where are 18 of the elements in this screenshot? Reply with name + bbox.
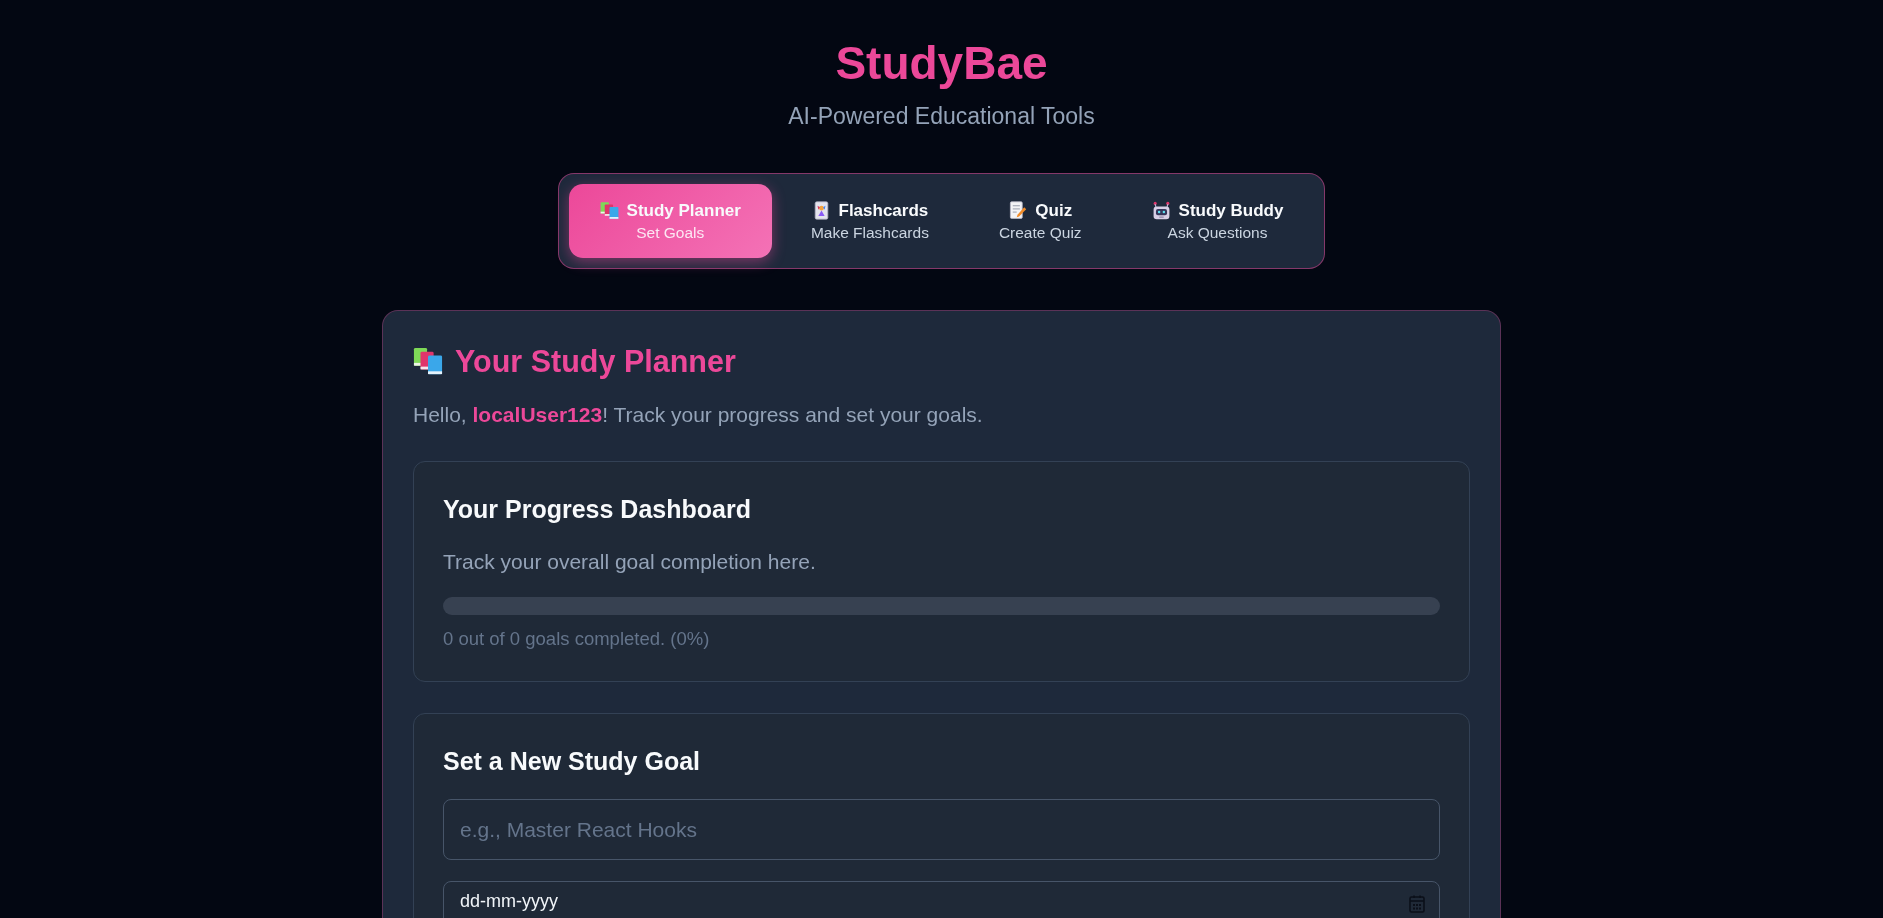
goal-form-title: Set a New Study Goal bbox=[443, 746, 701, 777]
calendar-icon[interactable] bbox=[1409, 895, 1425, 913]
dashboard-title: Your Progress Dashboard bbox=[443, 494, 752, 525]
app-subtitle: AI-Powered Educational Tools bbox=[788, 102, 1095, 130]
nav-tab[interactable]: Flashcards Make Flashcards bbox=[779, 184, 960, 258]
greeting-text: Hello, localUser123! Track your progress and set your goals. bbox=[413, 402, 984, 428]
books-icon bbox=[599, 201, 619, 220]
progress-summary: 0 out of 0 goals completed. (0%) bbox=[443, 627, 711, 651]
app-title: StudyBae bbox=[835, 39, 1048, 87]
nav-tab[interactable]: Quiz Create Quiz bbox=[967, 184, 1113, 258]
robot-icon bbox=[1151, 201, 1171, 220]
planner-title: Your Study Planner bbox=[455, 343, 736, 380]
dashboard-description: Track your overall goal completion here. bbox=[443, 549, 817, 575]
books-icon bbox=[413, 346, 443, 376]
goal-input-field[interactable]: e.g., Master React Hooks bbox=[443, 799, 1440, 860]
memo-icon bbox=[1008, 201, 1028, 220]
nav-tab[interactable]: Study Buddy Ask Questions bbox=[1120, 184, 1315, 258]
date-input-field[interactable]: dd-mm-yyyy bbox=[443, 881, 1440, 918]
